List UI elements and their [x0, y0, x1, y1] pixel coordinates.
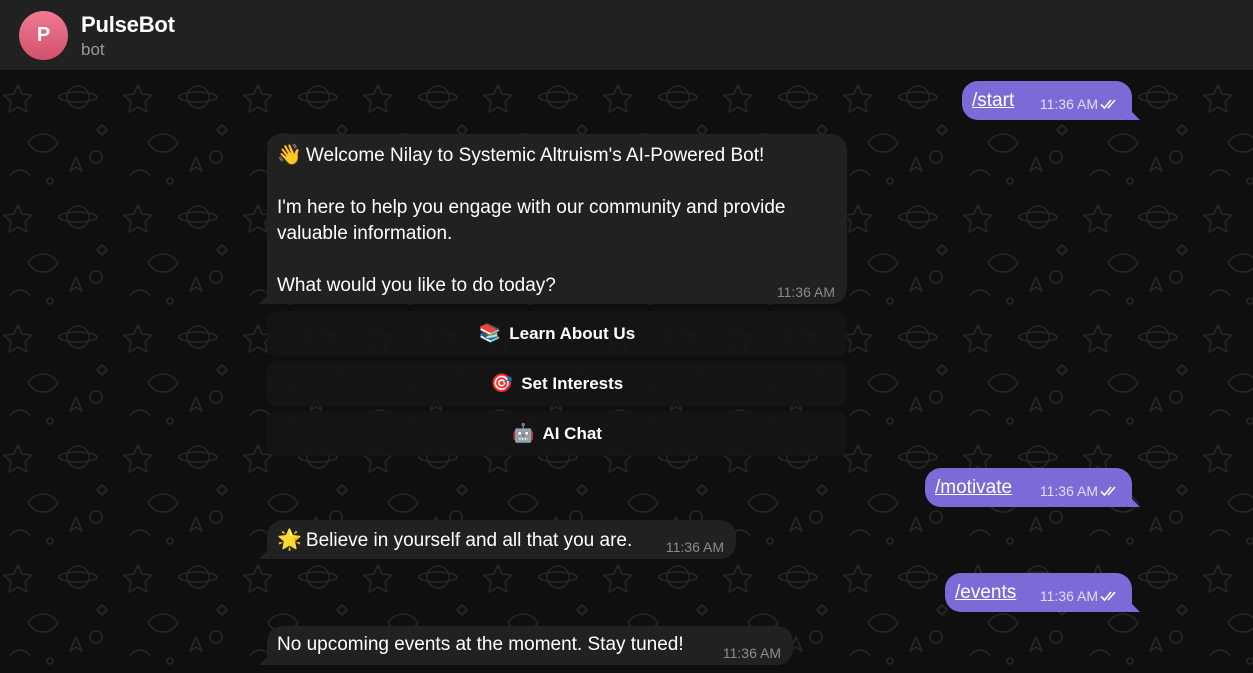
message-meta: 11:36 AM: [1040, 588, 1122, 604]
outgoing-message[interactable]: /motivate 11:36 AM: [925, 468, 1140, 507]
message-meta: 11:36 AM: [1040, 483, 1122, 499]
incoming-message[interactable]: 🌟 Believe in yourself and all that you ar…: [259, 520, 736, 559]
message-text: 🌟 Believe in yourself and all that you ar…: [277, 527, 633, 551]
inline-button-label: Set Interests: [521, 373, 624, 393]
bot-command-link[interactable]: /events: [955, 582, 1016, 604]
waving-hand-icon: 👋: [277, 142, 302, 166]
inline-button-label: AI Chat: [542, 423, 602, 443]
inline-button-label: Learn About Us: [509, 323, 636, 343]
inline-button-ai-chat[interactable]: 🤖 AI Chat: [267, 411, 847, 456]
message-time: 11:36 AM: [665, 539, 724, 555]
bot-command-link[interactable]: /motivate: [935, 477, 1012, 499]
double-check-icon: [1100, 99, 1116, 110]
message-time: 11:36 AM: [1039, 588, 1098, 604]
books-icon: 📚: [478, 323, 502, 344]
message-text: No upcoming events at the moment. Stay t…: [277, 634, 684, 655]
outgoing-message[interactable]: /events 11:36 AM: [945, 573, 1140, 612]
message-meta: 11:36 AM: [1040, 96, 1122, 112]
message-time: 11:36 AM: [776, 284, 835, 300]
message-text: 👋 Welcome Nilay to Systemic Altruism's AI…: [277, 142, 786, 296]
double-check-icon: [1100, 486, 1116, 497]
chat-title: PulseBot: [81, 12, 175, 37]
glowing-star-icon: 🌟: [277, 527, 302, 551]
message-time: 11:36 AM: [722, 645, 781, 661]
avatar[interactable]: P: [19, 11, 68, 60]
bot-command-link[interactable]: /start: [972, 90, 1014, 112]
robot-icon: 🤖: [512, 423, 535, 444]
chat-subtitle: bot: [81, 40, 105, 59]
target-icon: 🎯: [490, 373, 514, 394]
message-time: 11:36 AM: [1039, 483, 1098, 499]
incoming-message[interactable]: No upcoming events at the moment. Stay t…: [259, 626, 793, 665]
double-check-icon: [1100, 591, 1116, 602]
message-time: 11:36 AM: [1039, 96, 1098, 112]
chat-header[interactable]: P PulseBot bot: [0, 0, 1253, 71]
inline-button-learn-about-us[interactable]: 📚 Learn About Us: [267, 311, 847, 356]
inline-button-set-interests[interactable]: 🎯 Set Interests: [267, 361, 847, 406]
incoming-message[interactable]: 👋 Welcome Nilay to Systemic Altruism's AI…: [259, 134, 847, 304]
outgoing-message[interactable]: /start 11:36 AM: [962, 81, 1140, 120]
